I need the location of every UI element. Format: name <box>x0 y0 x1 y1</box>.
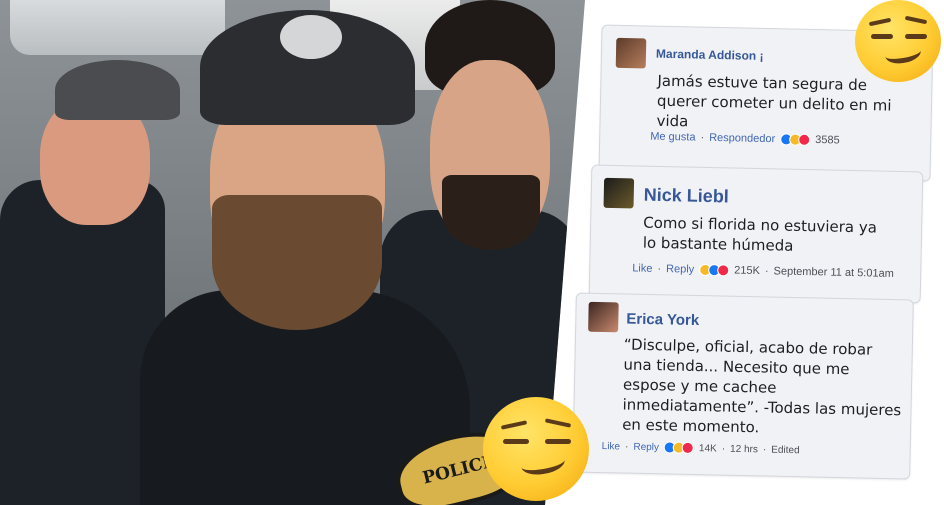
comment-actions: Like · Reply 215K · September 11 at 5:01… <box>632 262 894 279</box>
cap-logo <box>280 15 342 59</box>
separator: · <box>700 131 705 144</box>
comment-actions: Me gusta · Respondedor 3585 <box>650 131 840 147</box>
reply-link[interactable]: Reply <box>666 263 694 276</box>
reply-link[interactable]: Respondedor <box>709 132 775 145</box>
comment-text: Como si florida no estuviera ya lo basta… <box>642 213 878 255</box>
officer-center <box>140 0 470 505</box>
smirking-face-icon <box>855 0 941 82</box>
like-link[interactable]: Like <box>602 441 621 452</box>
reaction-count[interactable]: 215K <box>734 265 760 278</box>
avatar[interactable] <box>588 301 619 333</box>
avatar[interactable] <box>603 177 635 209</box>
reaction-icons[interactable] <box>663 441 695 454</box>
reply-link[interactable]: Reply <box>633 441 659 453</box>
separator: · <box>624 441 629 453</box>
comment-card: Erica York “Disculpe, oficial, acabo de … <box>572 292 914 480</box>
reaction-icons[interactable] <box>699 263 730 277</box>
comment-time[interactable]: September 11 at 5:01am <box>773 265 893 280</box>
comment-card: Nick Liebl Como si florida no estuviera … <box>588 164 924 304</box>
separator: · <box>764 265 769 278</box>
edited-label: Edited <box>771 444 800 456</box>
separator: · <box>721 443 726 455</box>
like-link[interactable]: Me gusta <box>650 131 695 144</box>
comment-author[interactable]: Maranda Addison ¡ <box>656 47 764 63</box>
separator: · <box>657 262 662 276</box>
comment-text: “Disculpe, oficial, acabo de robar una t… <box>621 335 902 437</box>
comment-time[interactable]: 12 hrs <box>730 443 758 455</box>
reaction-count[interactable]: 3585 <box>815 134 840 147</box>
comment-actions: Like · Reply 14K · 12 hrs · Edited <box>602 440 800 456</box>
reaction-icons[interactable] <box>780 133 811 146</box>
comment-author[interactable]: Erica York <box>626 311 699 330</box>
like-link[interactable]: Like <box>632 262 652 274</box>
smirking-face-icon <box>483 397 589 501</box>
avatar[interactable] <box>615 37 647 69</box>
comment-text: Jamás estuve tan segura de querer comete… <box>656 71 892 131</box>
comment-author[interactable]: Nick Liebl <box>644 185 729 208</box>
separator: · <box>762 443 767 455</box>
reaction-count[interactable]: 14K <box>699 443 717 454</box>
